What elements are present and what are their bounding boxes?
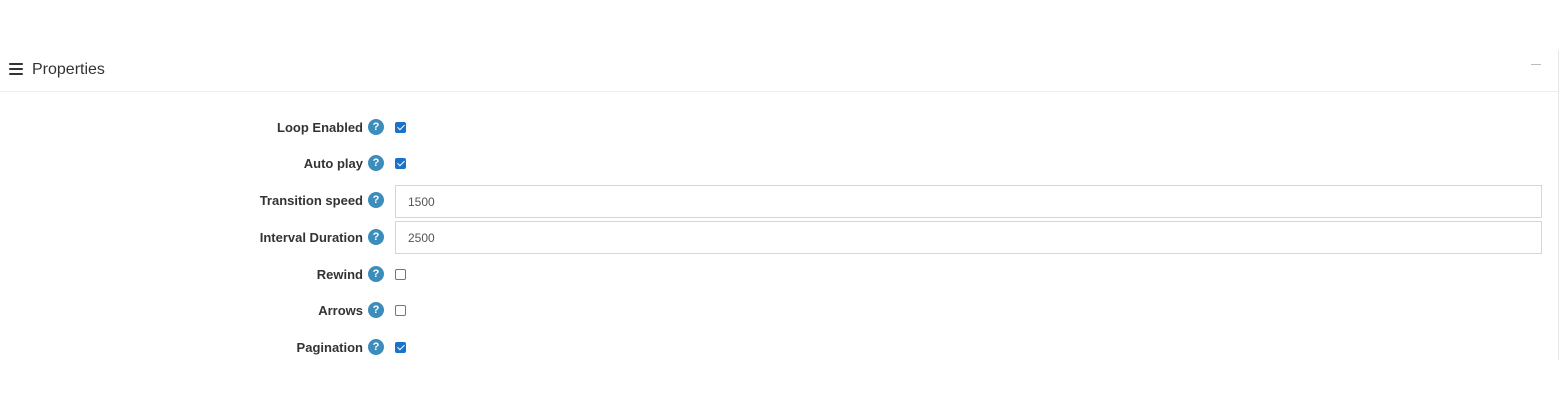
rewind-checkbox[interactable]: [395, 269, 406, 280]
arrows-checkbox[interactable]: [395, 305, 406, 316]
auto-play-label: Auto play: [303, 156, 363, 171]
arrows-help-icon[interactable]: ?: [368, 302, 384, 318]
auto-play-checkbox[interactable]: [395, 158, 406, 169]
pagination-checkbox[interactable]: [395, 342, 406, 353]
pagination-label: Pagination: [296, 340, 363, 355]
collapse-button[interactable]: [1528, 56, 1544, 72]
loop-enabled-help-icon[interactable]: ?: [368, 119, 384, 135]
interval-duration-help-icon[interactable]: ?: [368, 229, 384, 245]
transition-speed-input[interactable]: [395, 185, 1542, 218]
minus-icon: [1531, 64, 1541, 65]
arrows-label: Arrows: [318, 303, 363, 318]
hamburger-icon[interactable]: [9, 63, 23, 75]
rewind-label: Rewind: [316, 267, 363, 282]
pagination-help-icon[interactable]: ?: [368, 339, 384, 355]
loop-enabled-checkbox[interactable]: [395, 122, 406, 133]
panel-header: Properties: [0, 50, 1558, 92]
transition-speed-label: Transition speed: [259, 193, 363, 208]
interval-duration-label: Interval Duration: [259, 230, 363, 245]
rewind-help-icon[interactable]: ?: [368, 266, 384, 282]
transition-speed-help-icon[interactable]: ?: [368, 192, 384, 208]
loop-enabled-label: Loop Enabled: [277, 120, 363, 135]
auto-play-help-icon[interactable]: ?: [368, 155, 384, 171]
interval-duration-input[interactable]: [395, 221, 1542, 254]
panel-title: Properties: [32, 61, 105, 78]
